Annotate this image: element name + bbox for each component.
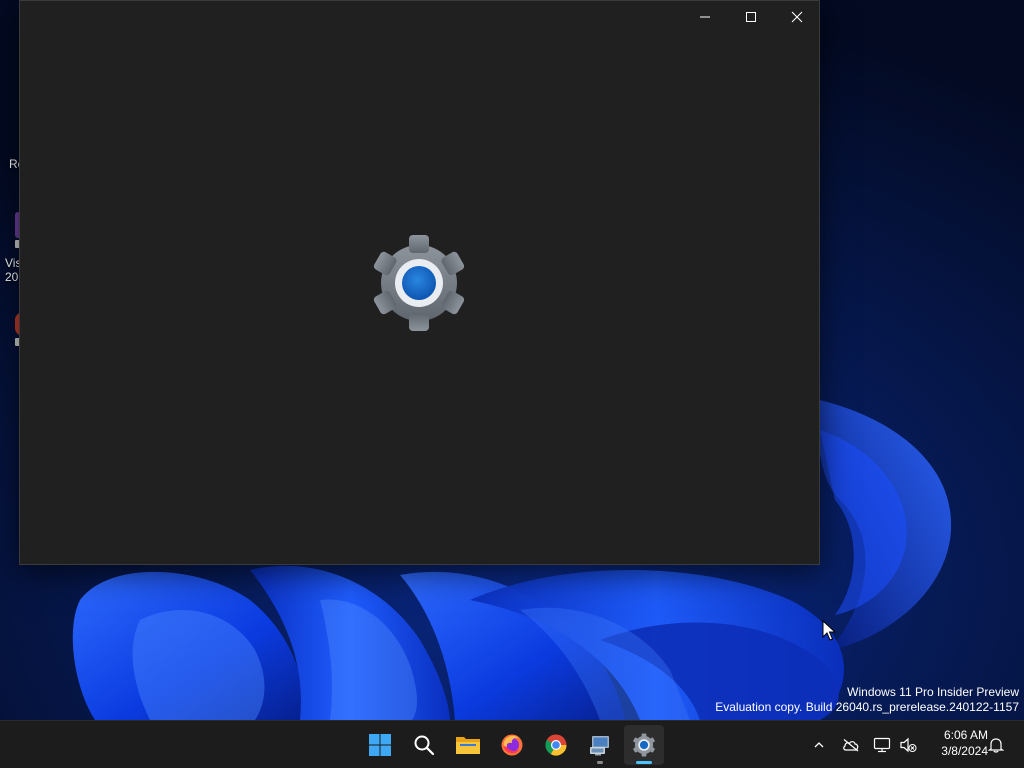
chrome-icon [545,734,567,756]
clock-button[interactable]: 6:06 AM 3/8/2024 [926,727,988,759]
taskbar [0,720,1024,768]
minimize-icon [700,16,710,18]
bell-icon [988,738,1004,753]
search-button[interactable] [404,725,444,765]
close-button[interactable] [774,1,820,33]
file-explorer-button[interactable] [448,725,488,765]
remote-desktop-icon [590,736,609,756]
onedrive-button[interactable] [839,733,863,757]
watermark-edition: Windows 11 Pro Insider Preview [847,685,1019,699]
search-icon [414,735,435,756]
onedrive-offline-icon [843,739,859,752]
volume-button[interactable] [896,733,920,757]
chevron-up-icon [814,742,824,748]
running-indicator [597,761,603,764]
desktop: Re Vis 202 Windows 11 Pro Insider Previe… [0,0,1024,768]
clock-date: 3/8/2024 [941,744,988,758]
minimize-button[interactable] [682,1,728,33]
watermark-build: Evaluation copy. Build 26040.rs_prerelea… [715,700,1019,714]
maximize-icon [746,12,756,22]
settings-window[interactable] [19,0,820,565]
show-hidden-icons-button[interactable] [807,733,831,757]
volume-muted-icon [900,737,917,753]
start-icon [369,734,391,756]
start-button[interactable] [360,725,400,765]
clock-time: 6:06 AM [943,728,988,742]
settings-taskbar-button[interactable] [624,725,664,765]
mouse-cursor-icon [822,620,836,641]
settings-icon [633,733,655,757]
chrome-button[interactable] [536,725,576,765]
network-button[interactable] [870,733,894,757]
active-indicator [636,761,652,764]
remote-desktop-button[interactable] [580,725,620,765]
firefox-icon [501,734,523,756]
maximize-button[interactable] [728,1,774,33]
network-icon [873,737,891,753]
close-icon [791,11,803,23]
firefox-button[interactable] [492,725,532,765]
file-explorer-icon [456,737,480,754]
evaluation-watermark: Windows 11 Pro Insider Preview Evaluatio… [715,685,1019,715]
settings-gear-icon [373,235,465,331]
